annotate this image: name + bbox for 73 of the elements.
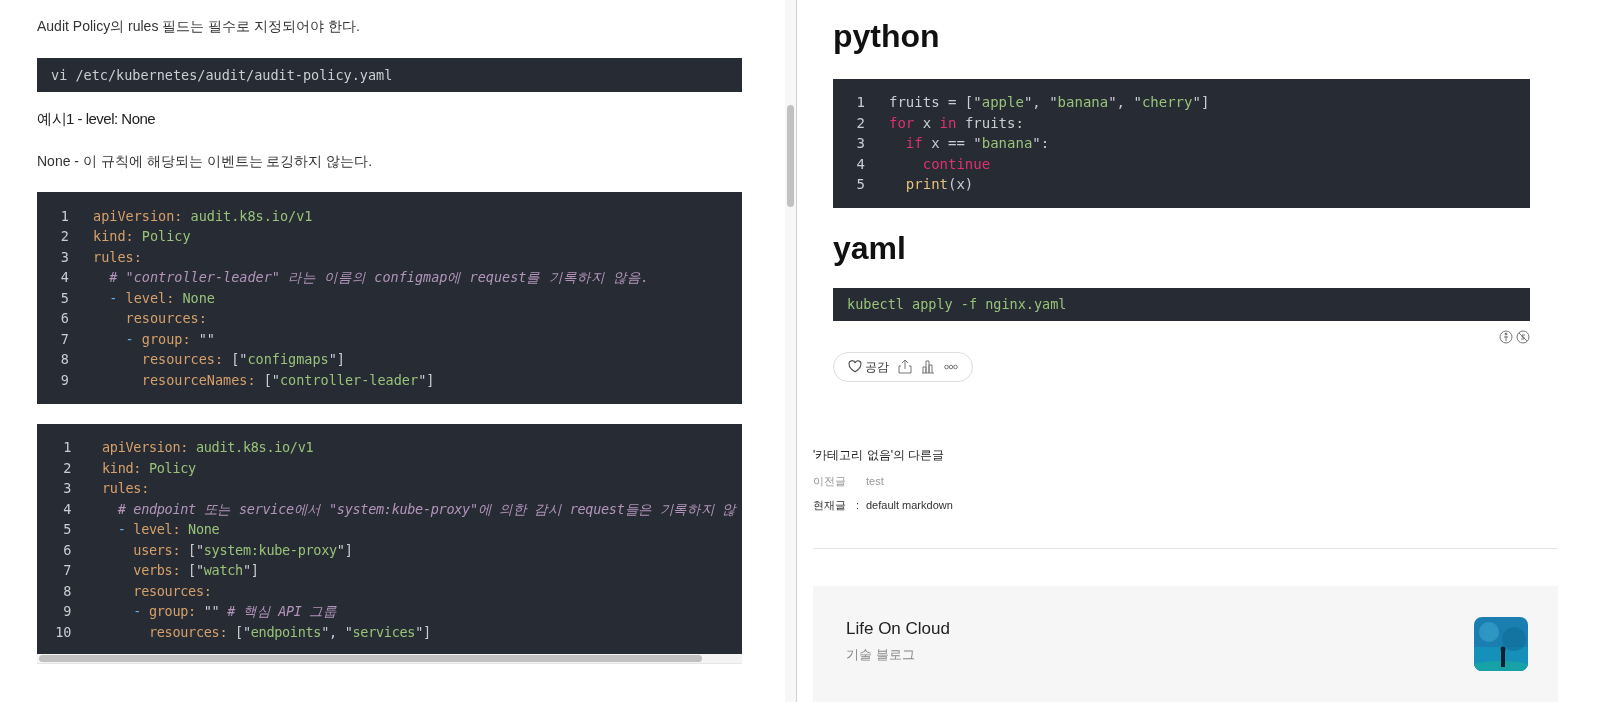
code-line: continue xyxy=(921,154,991,174)
horizontal-scrollbar[interactable] xyxy=(37,654,742,664)
heart-icon xyxy=(848,360,862,373)
code-line: kind: Policy xyxy=(93,227,191,246)
separator: : xyxy=(855,498,860,513)
code-line: resources: ["endpoints", "services"] xyxy=(147,622,431,642)
line-number: 1 xyxy=(855,93,865,112)
line-number: 6 xyxy=(62,540,71,560)
related-posts-title: '카테고리 없음'의 다른글 xyxy=(813,446,946,464)
line-number: 1 xyxy=(62,438,71,457)
intro-text: Audit Policy의 rules 필드는 필수로 지정되어야 한다. xyxy=(37,17,361,36)
like-button[interactable]: 공감 xyxy=(848,357,889,376)
scrollbar-thumb[interactable] xyxy=(39,655,702,662)
code-line: # "controller-leader" 라는 이름의 configmap에 request를 기록하지 않음. xyxy=(108,268,649,287)
line-number: 5 xyxy=(59,288,69,308)
code-line: resources: ["configmaps"] xyxy=(140,350,345,369)
post-label: 현재글 xyxy=(813,498,847,513)
command-block: kubectl apply -f nginx.yaml xyxy=(833,287,1530,321)
code-line: # endpoint 또는 service에서 "system:kube-proxy"에 의한 감시 request들은 기록하지 않 xyxy=(116,499,737,519)
code-line: - group: "" xyxy=(124,329,215,349)
example-title: 예시1 - level: None xyxy=(37,109,157,129)
blog-subtitle: 기술 블로그 xyxy=(846,646,916,664)
line-number: 3 xyxy=(855,134,865,153)
line-number: 3 xyxy=(59,247,69,267)
person-circle-icon xyxy=(1499,329,1513,344)
code-line: apiVersion: audit.k8s.io/v1 xyxy=(102,438,314,457)
code-line: resources: xyxy=(132,581,212,601)
line-number: 4 xyxy=(62,499,71,519)
more-icon[interactable] xyxy=(944,363,958,370)
command-block: vi /etc/kubernetes/audit/audit-policy.yaml xyxy=(37,58,742,92)
code-line: rules: xyxy=(93,247,142,267)
line-number: 2 xyxy=(62,458,71,478)
line-number: 1 xyxy=(59,206,69,226)
code-line: if x == "banana": xyxy=(904,134,1050,153)
bar-chart-icon[interactable] xyxy=(921,359,935,374)
section-heading: yaml xyxy=(833,229,907,266)
code-line: fruits = ["apple", "banana", "cherry"] xyxy=(889,93,1210,112)
line-number: 2 xyxy=(59,227,69,246)
code-line: resources: xyxy=(124,309,207,328)
code-line: - group: "" # 핵심 API 그룹 xyxy=(132,602,337,621)
section-heading: python xyxy=(833,18,941,54)
vertical-scrollbar[interactable] xyxy=(785,0,796,702)
post-label: 이전글 xyxy=(813,473,847,489)
line-number: 4 xyxy=(59,268,69,287)
line-number: 7 xyxy=(62,561,71,580)
code-line: resourceNames: ["controller-leader"] xyxy=(140,370,435,390)
blog-name: Life On Cloud xyxy=(846,617,950,640)
code-line: verbs: ["watch"] xyxy=(132,561,259,580)
code-line: kind: Policy xyxy=(102,458,196,478)
line-number: 3 xyxy=(62,479,71,498)
line-number: 8 xyxy=(62,581,71,601)
description-text: None - 이 규칙에 해당되는 이벤트는 로깅하지 않는다. xyxy=(37,151,374,171)
line-number: 8 xyxy=(59,350,69,369)
code-line: for x in fruits: xyxy=(889,113,1024,133)
code-line: rules: xyxy=(102,479,149,498)
share-icon[interactable] xyxy=(898,359,912,374)
post-link[interactable]: default markdown xyxy=(866,497,953,514)
line-number: 5 xyxy=(62,520,71,539)
code-line: - level: None xyxy=(116,520,220,539)
line-number: 7 xyxy=(59,329,69,349)
line-number: 10 xyxy=(54,622,71,642)
scrollbar-thumb[interactable] xyxy=(787,105,794,207)
code-line: print(x) xyxy=(904,175,974,194)
line-number: 6 xyxy=(59,309,69,328)
code-line: apiVersion: audit.k8s.io/v1 xyxy=(93,206,313,226)
line-number: 9 xyxy=(59,370,69,390)
line-number: 4 xyxy=(855,154,865,174)
code-line: users: ["system:kube-proxy"] xyxy=(132,540,353,560)
line-number: 5 xyxy=(855,175,865,194)
code-line: - level: None xyxy=(108,288,215,308)
line-number: 2 xyxy=(855,113,865,133)
line-number: 9 xyxy=(62,602,71,621)
currency-slash-icon xyxy=(1516,329,1530,344)
